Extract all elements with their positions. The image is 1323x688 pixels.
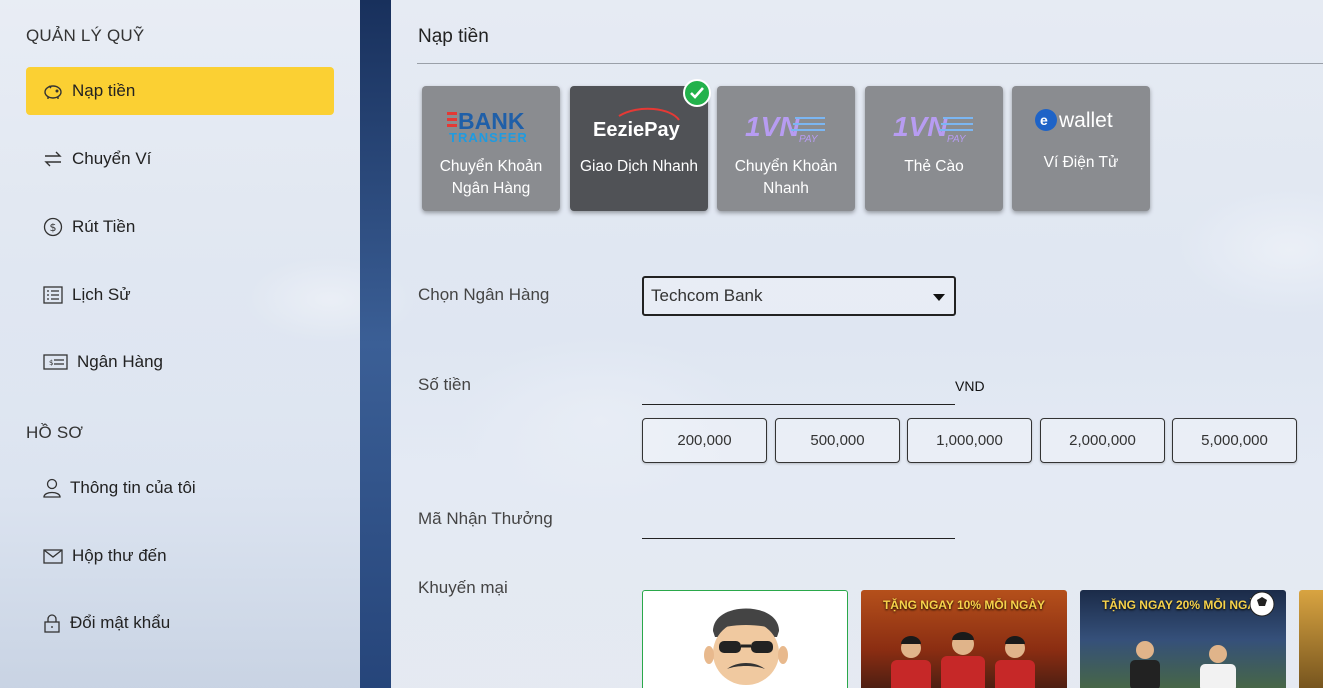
method-label: Giao Dịch Nhanh	[579, 158, 699, 175]
bank-select-label: Chọn Ngân Hàng	[418, 285, 550, 304]
funds-section-title: QUẢN LÝ QUỸ	[26, 26, 145, 45]
method-e-wallet[interactable]: e wallet Ví Điện Tử	[1012, 86, 1150, 211]
promo-card-20-percent[interactable]: TẶNG NGAY 20% MỖI NGÀY	[1080, 590, 1286, 688]
sidebar-item-transfer-wallet[interactable]: Chuyển Ví	[26, 135, 334, 183]
amount-label: Số tiền	[418, 375, 471, 394]
dollar-circle-icon: $	[42, 216, 64, 238]
page-title: Nạp tiền	[418, 26, 489, 47]
eeziepay-logo: EeziePay	[570, 102, 708, 150]
sidebar-item-my-info[interactable]: Thông tin của tôi	[26, 464, 334, 512]
amount-unit: VND	[955, 378, 985, 394]
1vnpay-logo: 1VN PAY	[717, 102, 855, 150]
svg-text:1VN: 1VN	[745, 111, 800, 142]
sidebar-item-label: Chuyển Ví	[72, 149, 152, 168]
sidebar-item-label: Rút Tiền	[72, 217, 136, 236]
deposit-panel: Nạp tiền BANK TRANSFER Chuyển Khoản Ngân…	[391, 0, 1323, 688]
svg-text:TRANSFER: TRANSFER	[449, 130, 528, 145]
profile-section-title: HỒ SƠ	[26, 423, 84, 442]
mustache-avatar-icon	[704, 608, 788, 685]
mail-icon	[42, 545, 64, 567]
players-image	[891, 632, 1035, 688]
svg-text:$: $	[50, 221, 57, 234]
svg-text:PAY: PAY	[947, 134, 967, 145]
bonus-code-label: Mã Nhận Thưởng	[418, 509, 553, 528]
svg-text:PAY: PAY	[799, 134, 819, 145]
bank-select[interactable]: Techcom Bank	[642, 276, 956, 316]
list-icon	[42, 284, 64, 306]
sidebar-item-history[interactable]: Lịch Sử	[26, 271, 334, 319]
sidebar-item-bank[interactable]: $ Ngân Hàng	[26, 338, 334, 386]
method-quick-transaction[interactable]: EeziePay Giao Dịch Nhanh	[570, 79, 711, 211]
method-bank-transfer[interactable]: BANK TRANSFER Chuyển Khoản Ngân Hàng	[422, 86, 560, 211]
sidebar-item-withdraw[interactable]: $ Rút Tiền	[26, 203, 334, 251]
quick-amount-button[interactable]: 2,000,000	[1040, 418, 1165, 463]
lock-icon	[42, 612, 62, 634]
bank-select-value: Techcom Bank	[651, 286, 763, 305]
transfer-arrows-icon	[42, 148, 64, 170]
method-label: Chuyển Khoản Ngân Hàng	[439, 158, 543, 197]
quick-amount-button[interactable]: 500,000	[775, 418, 900, 463]
promo-card-none[interactable]	[642, 590, 848, 688]
quick-amount-button[interactable]: 5,000,000	[1172, 418, 1297, 463]
user-icon	[42, 477, 62, 499]
sidebar-item-label: Hộp thư đến	[72, 546, 167, 565]
sidebar-item-label: Ngân Hàng	[77, 352, 164, 371]
sidebar: QUẢN LÝ QUỸ Nạp tiền Chuyển Ví $ Rút Tiề…	[0, 0, 360, 688]
sidebar-item-label: Lịch Sử	[72, 285, 131, 304]
divider	[417, 63, 1323, 64]
bank-transfer-logo: BANK TRANSFER	[422, 102, 560, 150]
piggy-bank-icon	[42, 80, 64, 102]
promotion-label: Khuyến mại	[418, 578, 508, 597]
bonus-code-input[interactable]	[642, 509, 955, 539]
sidebar-item-deposit[interactable]: Nạp tiền	[26, 67, 334, 115]
promo-card-more[interactable]	[1299, 590, 1323, 688]
amount-input[interactable]	[642, 375, 955, 405]
quick-amount-button[interactable]: 200,000	[642, 418, 767, 463]
svg-text:$: $	[49, 359, 53, 367]
method-label: Chuyển Khoản Nhanh	[734, 158, 838, 197]
sidebar-item-inbox[interactable]: Hộp thư đến	[26, 532, 334, 580]
caret-down-icon	[933, 294, 945, 301]
promo-card-10-percent[interactable]: TẶNG NGAY 10% MỖI NGÀY	[861, 590, 1067, 688]
svg-text:EeziePay: EeziePay	[593, 119, 681, 141]
quick-amount-button[interactable]: 1,000,000	[907, 418, 1032, 463]
svg-text:wallet: wallet	[1058, 109, 1113, 132]
method-scratch-card[interactable]: 1VN PAY Thẻ Cào	[865, 86, 1003, 211]
method-label: Thẻ Cào	[904, 158, 964, 175]
bank-card-icon: $	[42, 351, 69, 373]
wallet-logo: e wallet	[1012, 96, 1150, 144]
svg-text:1VN: 1VN	[893, 111, 948, 142]
sidebar-item-change-password[interactable]: Đổi mật khẩu	[26, 599, 334, 647]
sidebar-item-label: Thông tin của tôi	[70, 478, 196, 497]
method-label: Ví Điện Tử	[1043, 154, 1119, 171]
svg-text:e: e	[1040, 112, 1048, 128]
selected-check-icon	[683, 79, 711, 107]
football-action-image	[1130, 591, 1275, 688]
background-strip	[360, 0, 391, 688]
sidebar-item-label: Đổi mật khẩu	[70, 613, 171, 632]
1vnpay-logo: 1VN PAY	[865, 102, 1003, 150]
method-fast-transfer[interactable]: 1VN PAY Chuyển Khoản Nhanh	[717, 86, 855, 211]
sidebar-item-label: Nạp tiền	[72, 81, 136, 100]
